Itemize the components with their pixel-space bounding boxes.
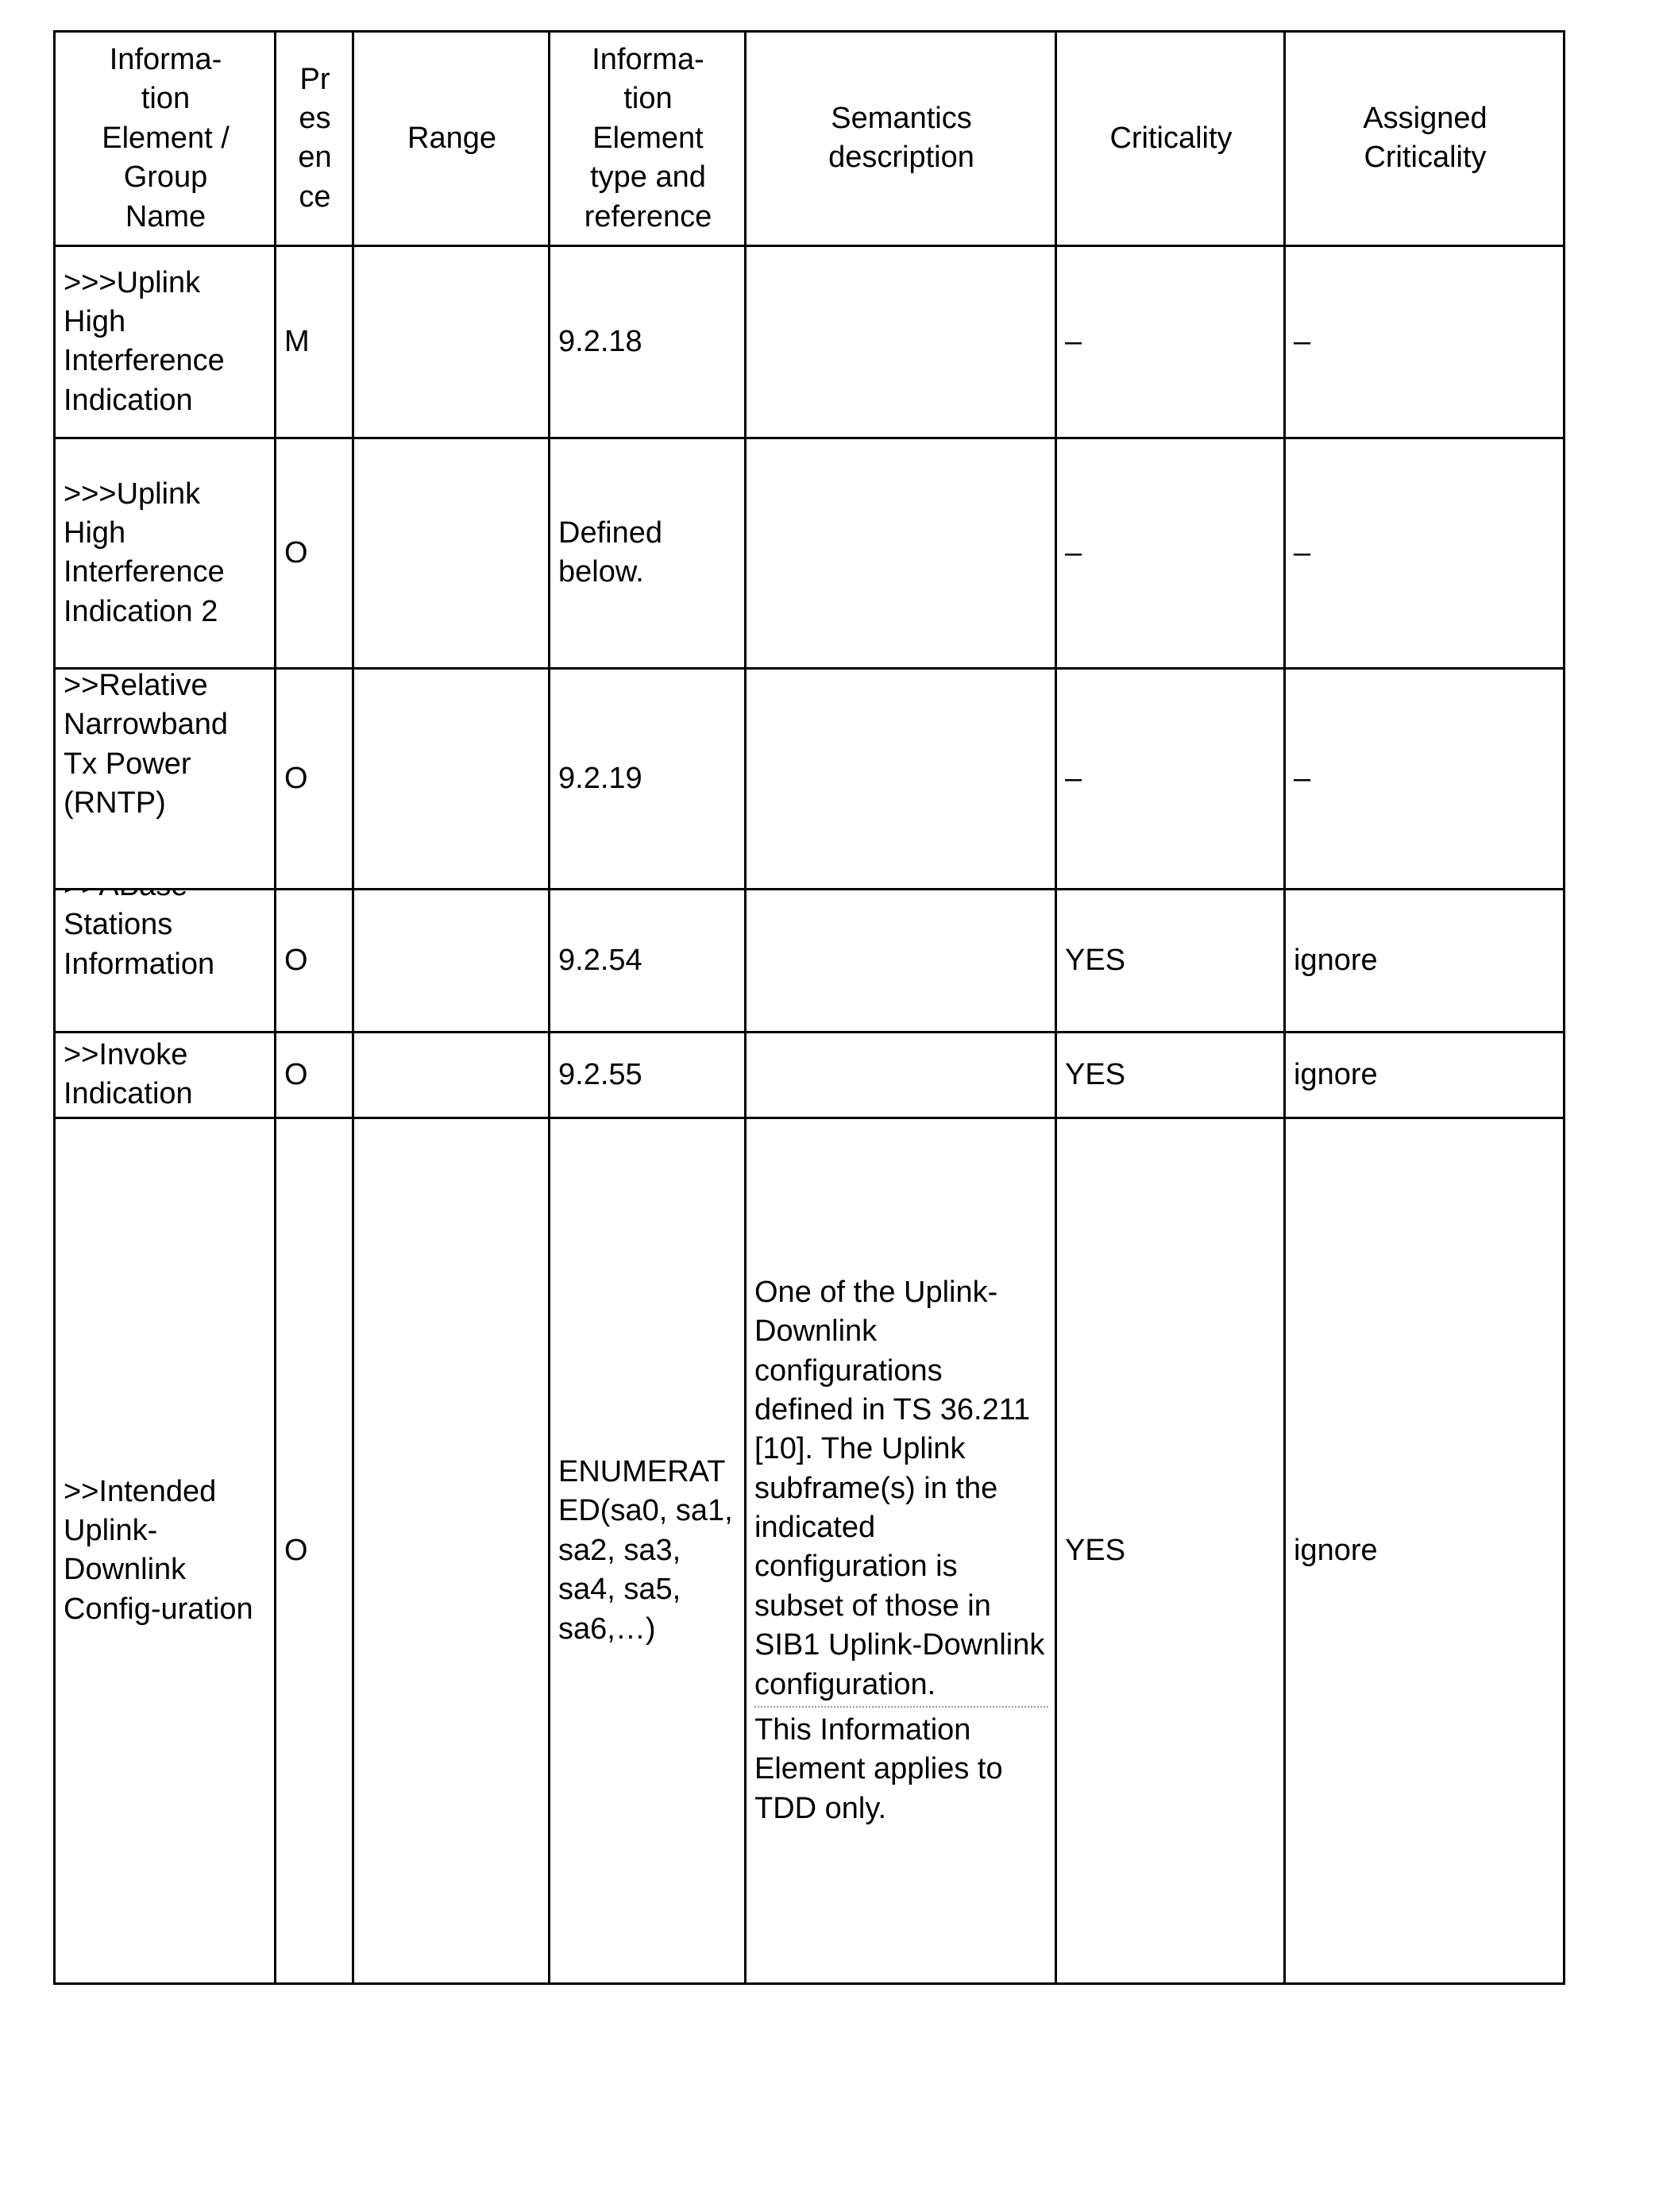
- cell-assigned-criticality: ignore: [1283, 887, 1565, 1033]
- presence-text: O: [284, 761, 308, 795]
- information-element-table: Informa-tion Element / Group Name Pr es en ce …: [53, 30, 1565, 1985]
- table-row: >>ABase Stations Information O 9.2.54 YE…: [53, 887, 1565, 1033]
- cell-assigned-criticality: –: [1283, 666, 1565, 890]
- cell-assigned-criticality: –: [1283, 436, 1565, 670]
- column-header-range: Range: [352, 30, 550, 247]
- ie-name-text: >>>Uplink High Interference Indication 2: [64, 477, 225, 628]
- table-row: >>Intended Uplink-Downlink Config-uratio…: [53, 1116, 1565, 1985]
- column-header-semantics-label: Semantics description: [828, 102, 974, 175]
- cell-assigned-criticality: ignore: [1283, 1030, 1565, 1119]
- ie-name-text: >>Relative Narrowband Tx Power (RNTP): [64, 668, 228, 820]
- column-header-presence-label: Pr es en ce: [298, 62, 332, 214]
- assigned-criticality-text: ignore: [1294, 1057, 1378, 1091]
- cell-ie-type: 9.2.18: [548, 244, 747, 439]
- ie-name-text: >>ABase Stations Information: [64, 891, 215, 981]
- cell-ie-name: >>ABase Stations Information: [53, 887, 276, 1033]
- semantics-paragraph-2: This Information Element applies to TDD …: [754, 1713, 1003, 1825]
- cell-ie-name: >>Invoke Indication: [53, 1030, 276, 1119]
- cell-presence: M: [274, 244, 354, 439]
- cell-semantics: [744, 1030, 1057, 1119]
- cell-criticality: YES: [1055, 1030, 1286, 1119]
- cell-presence: O: [274, 1030, 354, 1119]
- presence-text: O: [284, 1533, 308, 1567]
- column-header-semantics: Semantics description: [744, 30, 1057, 247]
- cell-ie-type: Defined below.: [548, 436, 747, 670]
- ie-name-text: >>Intended Uplink-Downlink Config-uratio…: [64, 1474, 253, 1626]
- presence-text: O: [284, 535, 308, 569]
- ie-type-text: 9.2.54: [558, 943, 642, 977]
- cell-semantics: One of the Uplink-Downlink configuration…: [744, 1116, 1057, 1985]
- cell-criticality: –: [1055, 666, 1286, 890]
- table-row: >>Relative Narrowband Tx Power (RNTP) O …: [53, 666, 1565, 890]
- assigned-criticality-text: –: [1294, 535, 1311, 569]
- cell-criticality: YES: [1055, 887, 1286, 1033]
- assigned-criticality-text: ignore: [1294, 1533, 1378, 1567]
- assigned-criticality-text: ignore: [1294, 943, 1378, 977]
- cell-assigned-criticality: –: [1283, 244, 1565, 439]
- column-header-assigned-criticality: Assigned Criticality: [1283, 30, 1565, 247]
- criticality-text: –: [1065, 535, 1082, 569]
- cell-criticality: –: [1055, 244, 1286, 439]
- table-row: >>>Uplink High Interference Indication M…: [53, 244, 1565, 439]
- presence-text: M: [284, 324, 310, 358]
- column-header-range-label: Range: [407, 121, 496, 155]
- cell-ie-type: 9.2.54: [548, 887, 747, 1033]
- cell-semantics: [744, 244, 1057, 439]
- cell-criticality: YES: [1055, 1116, 1286, 1985]
- presence-text: O: [284, 943, 308, 977]
- cell-ie-type: 9.2.55: [548, 1030, 747, 1119]
- ie-type-text: Defined below.: [558, 516, 662, 589]
- cell-ie-type: 9.2.19: [548, 666, 747, 890]
- assigned-criticality-text: –: [1294, 324, 1311, 358]
- cell-ie-type: ENUMERATED(sa0, sa1, sa2, sa3, sa4, sa5,…: [548, 1116, 747, 1985]
- assigned-criticality-text: –: [1294, 761, 1311, 795]
- column-header-ie-name: Informa-tion Element / Group Name: [53, 30, 276, 247]
- cell-range: [352, 1116, 550, 1985]
- document-page: Informa-tion Element / Group Name Pr es en ce …: [0, 0, 1659, 2212]
- criticality-text: YES: [1065, 1533, 1126, 1567]
- column-header-criticality-label: Criticality: [1109, 121, 1233, 155]
- table-row: >>Invoke Indication O 9.2.55 YES ignore: [53, 1030, 1565, 1119]
- cell-presence: O: [274, 436, 354, 670]
- column-header-assigned-criticality-label: Assigned Criticality: [1363, 102, 1487, 175]
- criticality-text: YES: [1065, 1057, 1126, 1091]
- cell-presence: O: [274, 666, 354, 890]
- criticality-text: –: [1065, 324, 1082, 358]
- cell-ie-name: >>>Uplink High Interference Indication: [53, 244, 276, 439]
- cell-range: [352, 244, 550, 439]
- cell-presence: O: [274, 1116, 354, 1985]
- cell-semantics: [744, 436, 1057, 670]
- table-row: >>>Uplink High Interference Indication 2…: [53, 436, 1565, 670]
- ie-type-text: 9.2.18: [558, 324, 642, 358]
- cell-semantics: [744, 666, 1057, 890]
- table-header-row: Informa-tion Element / Group Name Pr es en ce …: [53, 30, 1565, 247]
- column-header-ie-name-label: Informa-tion Element / Group Name: [102, 43, 230, 234]
- cell-range: [352, 1030, 550, 1119]
- ie-name-text: >>>Uplink High Interference Indication: [64, 265, 225, 417]
- semantics-paragraph-1: One of the Uplink-Downlink configuration…: [754, 1275, 1045, 1701]
- ie-name-text: >>Invoke Indication: [64, 1038, 193, 1111]
- cell-assigned-criticality: ignore: [1283, 1116, 1565, 1985]
- column-header-ie-type: Informa-tion Element type and reference: [548, 30, 747, 247]
- column-header-ie-type-label: Informa-tion Element type and reference: [584, 43, 712, 234]
- cell-presence: O: [274, 887, 354, 1033]
- cell-range: [352, 666, 550, 890]
- column-header-presence: Pr es en ce: [274, 30, 354, 247]
- cell-range: [352, 887, 550, 1033]
- cell-semantics: [744, 887, 1057, 1033]
- criticality-text: –: [1065, 761, 1082, 795]
- cell-ie-name: >>>Uplink High Interference Indication 2: [53, 436, 276, 670]
- criticality-text: YES: [1065, 943, 1126, 977]
- ie-type-text: 9.2.19: [558, 761, 642, 795]
- ie-type-text: 9.2.55: [558, 1057, 642, 1091]
- semantics-paragraphs: One of the Uplink-Downlink configuration…: [754, 1273, 1048, 1828]
- cell-criticality: –: [1055, 436, 1286, 670]
- ie-type-text: ENUMERATED(sa0, sa1, sa2, sa3, sa4, sa5,…: [558, 1454, 733, 1646]
- cell-ie-name: >>Relative Narrowband Tx Power (RNTP): [53, 666, 276, 890]
- column-header-criticality: Criticality: [1055, 30, 1286, 247]
- cell-range: [352, 436, 550, 670]
- cell-ie-name: >>Intended Uplink-Downlink Config-uratio…: [53, 1116, 276, 1985]
- presence-text: O: [284, 1057, 308, 1091]
